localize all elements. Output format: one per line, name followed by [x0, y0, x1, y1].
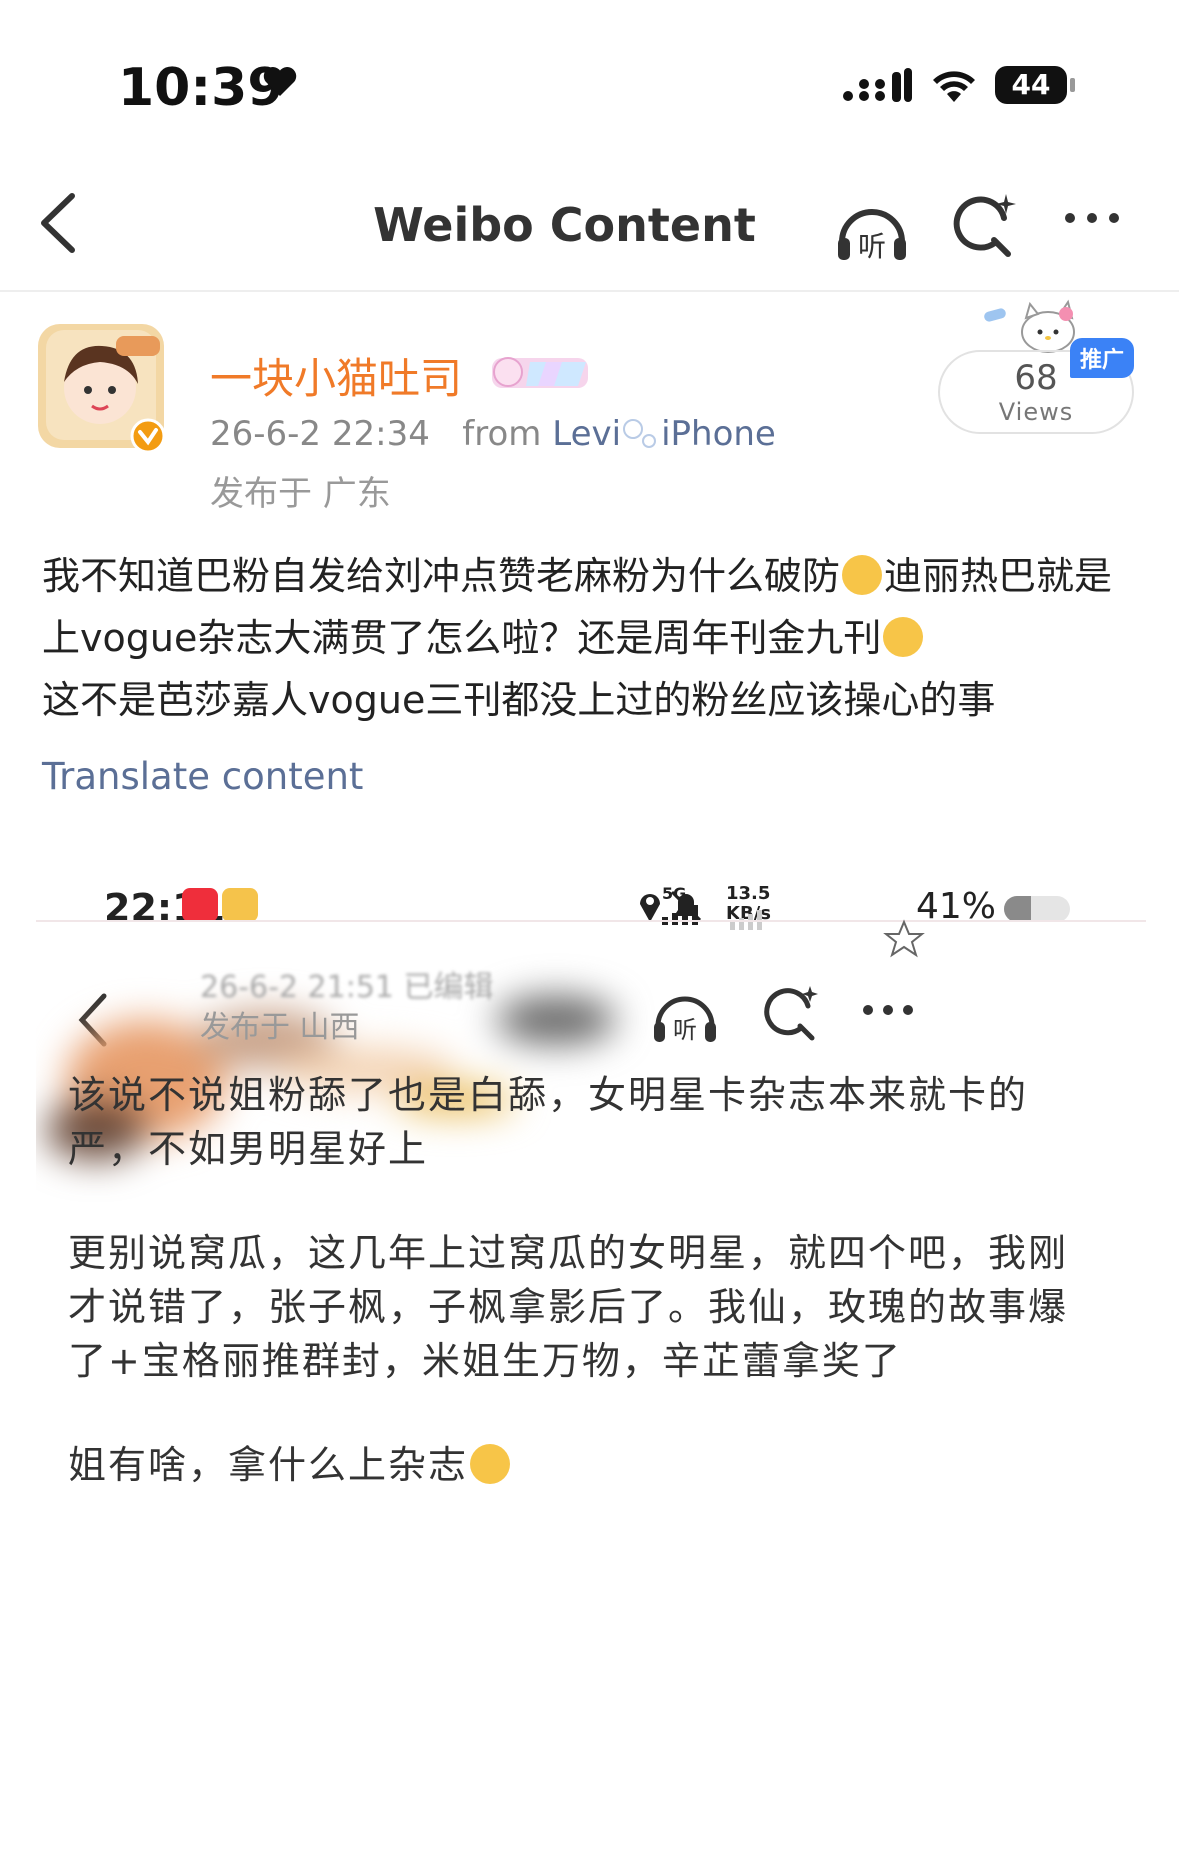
status-time: 10:39 [118, 58, 284, 118]
nav-bar: Weibo Content 听 [0, 150, 1179, 292]
views-label: Views [998, 398, 1074, 426]
network-type: 5G [662, 884, 708, 925]
shot-listen-label: 听 [673, 1016, 697, 1044]
source-name[interactable]: Levi [552, 414, 621, 454]
fan-badge-icon [492, 357, 588, 388]
battery-bar [1004, 896, 1070, 922]
shot-listen-button: 听 [650, 980, 720, 1054]
post-location: 发布于 广东 [210, 474, 391, 514]
bubble-icon [623, 419, 657, 448]
battery-indicator: 44 [995, 66, 1075, 104]
network-type-label: 5G [662, 884, 687, 903]
post-meta: 26-6-2 22:34 from Levi iPhone [210, 414, 776, 454]
weibo-app-icon [222, 888, 258, 922]
search-icon[interactable] [950, 190, 1022, 262]
secondary-signal-icon [730, 910, 762, 930]
shot-star-icon [883, 919, 925, 958]
post-timestamp: 26-6-2 22:34 [210, 414, 430, 454]
avatar[interactable] [36, 318, 170, 458]
shot-paragraph: 姐有啥，拿什么上杂志 [68, 1438, 1078, 1492]
post-text-line: 我不知道巴粉自发给刘冲点赞老麻粉为什么破防 [42, 554, 841, 598]
shot-paragraph: 该说不说姐粉舔了也是白舔，女明星卡杂志本来就卡的严，不如男明星好上 [68, 1073, 1029, 1171]
source-prefix: from [462, 414, 542, 454]
listen-label: 听 [858, 230, 886, 263]
shot-divider [36, 920, 1146, 922]
hand-over-mouth-emoji-icon [883, 617, 924, 657]
embedded-screenshot-image[interactable]: 22:11 13.5 KB/s 5G 41% 听 26-6-2 21:51 已编… [36, 850, 1146, 1862]
network-speed-value: 13.5 [726, 883, 771, 904]
status-bar: 10:39 44 [0, 0, 1179, 150]
source-device[interactable]: iPhone [661, 414, 776, 454]
heart-icon [263, 67, 297, 96]
laughing-crying-emoji-icon [470, 1444, 511, 1484]
shot-location: 发布于 山西 [200, 1010, 360, 1045]
shot-paragraph-text: 姐有啥，拿什么上杂志 [68, 1443, 469, 1487]
more-icon[interactable] [1062, 208, 1122, 228]
post-text-line: 这不是芭莎嘉人vogue三刊都没上过的粉丝应该操心的事 [42, 678, 996, 722]
post-text: 我不知道巴粉自发给刘冲点赞老麻粉为什么破防 迪丽热巴就是上vogue杂志大满贯了怎… [42, 545, 1142, 731]
shot-more-icon [863, 1005, 913, 1015]
shot-paragraph: 更别说窝瓜，这几年上过窝瓜的女明星，就四个吧，我刚才说错了，张子枫，子枫拿影后了… [68, 1231, 1069, 1383]
thinking-emoji-icon [842, 555, 883, 595]
cellular-signal-icon [843, 68, 912, 102]
listen-button[interactable]: 听 [832, 190, 912, 274]
shot-meta: 26-6-2 21:51 已编辑 [200, 970, 494, 1005]
shot-post-text: 该说不说姐粉舔了也是白舔，女明星卡杂志本来就卡的严，不如男明星好上 更别说窝瓜，… [68, 1068, 1078, 1542]
translate-link[interactable]: Translate content [42, 755, 363, 798]
battery-level: 44 [1011, 68, 1051, 101]
shot-search-icon [764, 986, 818, 1041]
author-name[interactable]: 一块小猫吐司 [210, 345, 462, 406]
wifi-icon [933, 71, 975, 102]
listen-icon: 听 [838, 209, 906, 263]
promo-tag: 推广 [1070, 338, 1135, 378]
shot-listen-icon: 听 [654, 996, 716, 1044]
xiaohongshu-app-icon [182, 888, 218, 922]
